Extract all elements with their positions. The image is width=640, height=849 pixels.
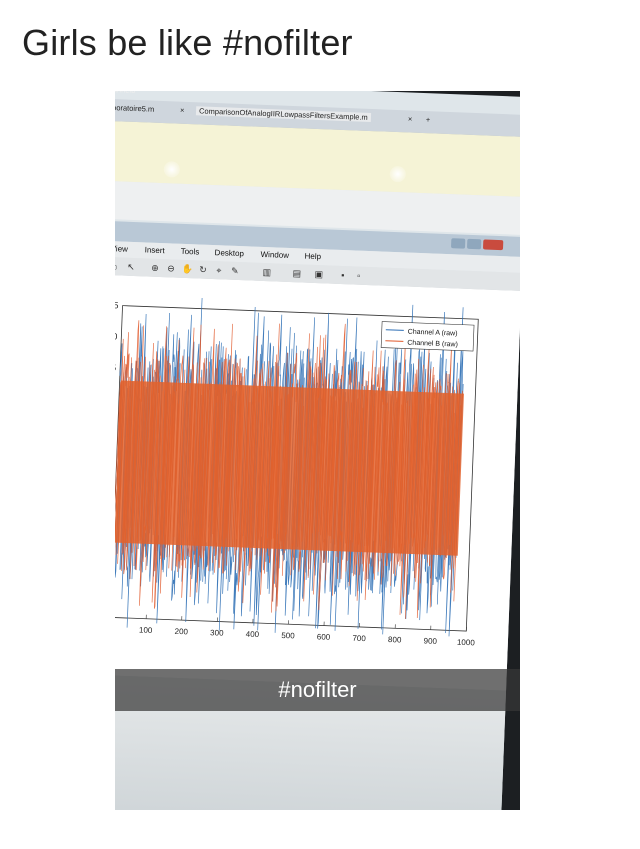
- x-tick-label: 800: [388, 635, 402, 645]
- editor-tab-1[interactable]: boratoire5.m: [115, 103, 154, 114]
- new-tab-icon[interactable]: +: [426, 115, 431, 124]
- menu-help[interactable]: Help: [304, 252, 321, 262]
- hide-plot-tools-icon[interactable]: ▣: [314, 269, 324, 279]
- editor-tab-1-close-icon[interactable]: ×: [180, 106, 185, 115]
- x-tick-label: 700: [352, 634, 366, 644]
- zoom-out-icon[interactable]: ⊖: [166, 263, 176, 273]
- dock-icon[interactable]: ▫: [354, 270, 364, 281]
- x-tick-label: 500: [281, 631, 295, 641]
- x-tick-label: 1000: [457, 638, 476, 648]
- y-tick-label: 5: [115, 300, 119, 310]
- menu-window[interactable]: Window: [260, 250, 289, 260]
- editor-tab-2-close-icon[interactable]: ×: [408, 114, 413, 123]
- x-tick-label: 600: [317, 632, 331, 642]
- screen-glare: [163, 161, 181, 178]
- zoom-in-icon[interactable]: ⊕: [150, 263, 160, 273]
- x-tick-label: 900: [423, 636, 437, 646]
- screen-glare: [389, 165, 407, 183]
- colorbar-icon[interactable]: ▥: [262, 267, 272, 277]
- close-icon[interactable]: [482, 239, 504, 251]
- data-cursor-icon[interactable]: ⌖: [214, 265, 224, 275]
- show-plot-tools-icon[interactable]: ▪: [338, 270, 348, 280]
- menu-view[interactable]: View: [115, 244, 128, 254]
- signal-chart: 0100200300400500600700800900100052015105…: [115, 297, 479, 648]
- dense-signal-band: [115, 380, 464, 556]
- post-caption: Girls be like #nofilter: [22, 22, 353, 63]
- x-tick-label: 200: [174, 627, 188, 637]
- y-tick-label: 20: [115, 331, 118, 341]
- menu-tools[interactable]: Tools: [180, 247, 199, 257]
- x-tick-label: 400: [246, 630, 260, 640]
- figure-plot-area: 0100200300400500600700800900100052015105…: [115, 274, 520, 691]
- print-icon[interactable]: ⎙: [115, 261, 118, 271]
- snapchat-caption-bar: #nofilter: [115, 669, 520, 711]
- pointer-icon[interactable]: ↖: [126, 262, 136, 272]
- menu-insert[interactable]: Insert: [145, 245, 165, 255]
- menu-desktop[interactable]: Desktop: [214, 248, 244, 258]
- x-tick-label: 100: [139, 625, 153, 635]
- rotate-icon[interactable]: ↻: [198, 264, 208, 275]
- legend-swatch: [385, 340, 404, 342]
- overlay-caption: #nofilter: [278, 677, 357, 702]
- brush-icon[interactable]: ✎: [230, 266, 240, 276]
- editor-tab-fragment: annelb: [115, 91, 136, 95]
- editor-tab-2[interactable]: ComparisonOfAnalogIIRLowpassFiltersExamp…: [195, 106, 371, 123]
- legend-swatch: [385, 329, 404, 331]
- x-tick-label: 300: [210, 628, 224, 638]
- pan-icon[interactable]: ✋: [182, 264, 194, 274]
- legend-icon[interactable]: ▤: [292, 268, 302, 278]
- y-tick-label: 15: [115, 362, 116, 372]
- maximize-icon[interactable]: [466, 238, 482, 250]
- minimize-icon[interactable]: [450, 238, 466, 249]
